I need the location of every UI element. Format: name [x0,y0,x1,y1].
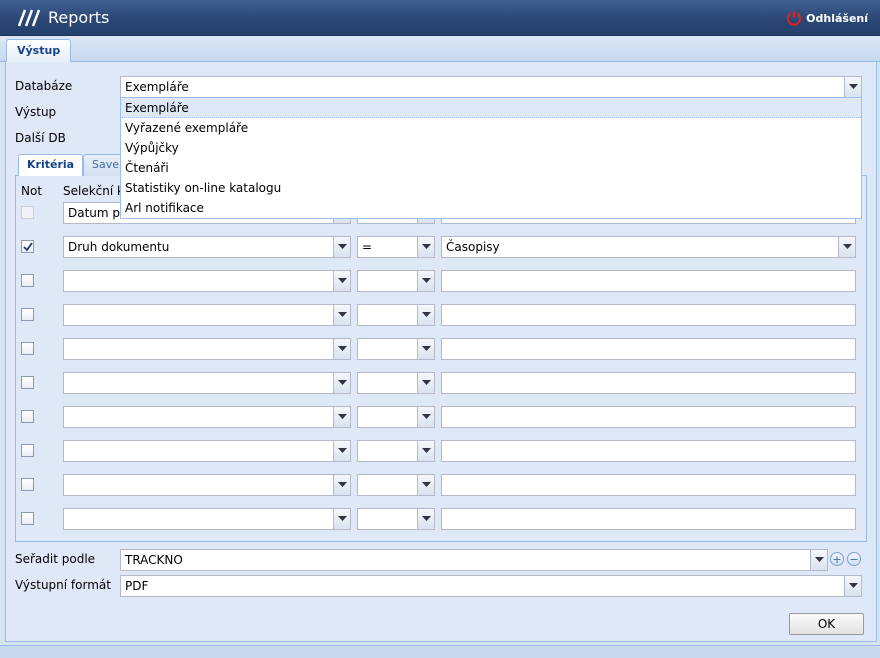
chevron-down-icon[interactable] [417,271,434,291]
app-logo-icon [17,9,41,27]
chevron-down-icon[interactable] [417,475,434,495]
criteria-value-input[interactable] [441,406,856,428]
format-select[interactable]: PDF [120,575,862,597]
chevron-down-icon[interactable] [838,237,855,257]
criteria-value-input[interactable] [441,474,856,496]
chevron-down-icon[interactable] [333,509,350,529]
chevron-down-icon[interactable] [810,550,827,570]
criteria-field-select[interactable] [63,406,351,428]
chevron-down-icon[interactable] [417,237,434,257]
chevron-down-icon[interactable] [333,373,350,393]
criteria-operator-select[interactable] [357,474,435,496]
criteria-operator-select[interactable] [357,372,435,394]
criteria-operator-select[interactable] [357,338,435,360]
criteria-value-input[interactable] [441,338,856,360]
not-checkbox[interactable] [21,376,34,389]
status-strip [0,645,880,658]
dropdown-option[interactable]: Výpůjčky [121,138,861,158]
criteria-field-value: Druh dokumentu [68,240,170,254]
chevron-down-icon[interactable] [333,271,350,291]
dropdown-option[interactable]: Čtenáři [121,158,861,178]
databaze-label: Databáze [15,79,73,93]
dropdown-option[interactable]: Exempláře [121,98,861,118]
not-checkbox[interactable] [21,274,34,287]
radit-select[interactable]: TRACKNO [120,549,828,571]
chevron-down-icon[interactable] [417,373,434,393]
chevron-down-icon[interactable] [417,339,434,359]
format-value: PDF [125,579,149,593]
criteria-value-input[interactable] [441,304,856,326]
criteria-value-select[interactable]: Časopisy [441,236,856,258]
criteria-operator-select[interactable] [357,440,435,462]
criteria-operator-select[interactable] [357,406,435,428]
not-checkbox[interactable] [21,206,34,219]
chevron-down-icon[interactable] [844,77,861,97]
chevron-down-icon[interactable] [417,509,434,529]
chevron-down-icon[interactable] [333,339,350,359]
chevron-down-icon[interactable] [417,407,434,427]
add-sort-button[interactable]: + [830,552,844,566]
dropdown-option[interactable]: Statistiky on-line katalogu [121,178,861,198]
criteria-field-select[interactable] [63,304,351,326]
chevron-down-icon[interactable] [333,305,350,325]
remove-sort-button[interactable]: − [847,552,861,566]
radit-label: Seřadit podle [15,552,96,566]
databaze-dropdown-list: Exempláře Vyřazené exempláře Výpůjčky Čtená… [120,97,862,219]
title-bar: Reports Odhlášení [0,0,880,36]
not-checkbox[interactable] [21,512,34,525]
chevron-down-icon[interactable] [417,441,434,461]
criteria-field-select[interactable] [63,508,351,530]
criteria-operator-value: = [362,240,373,254]
not-checkbox[interactable] [21,308,34,321]
criteria-field-value: Datum př [68,206,125,220]
criteria-operator-select[interactable] [357,508,435,530]
not-checkbox[interactable] [21,444,34,457]
power-icon [787,11,802,26]
criteria-operator-select[interactable] [357,304,435,326]
chevron-down-icon[interactable] [333,441,350,461]
chevron-down-icon[interactable] [417,305,434,325]
criteria-field-select[interactable] [63,372,351,394]
chevron-down-icon[interactable] [844,576,861,596]
chevron-down-icon[interactable] [333,407,350,427]
criteria-field-select[interactable]: Druh dokumentu [63,236,351,258]
criteria-operator-select[interactable]: = [357,236,435,258]
criteria-field-select[interactable] [63,270,351,292]
logout-button[interactable]: Odhlášení [786,10,868,26]
not-checkbox[interactable] [21,410,34,423]
criteria-value-input[interactable] [441,508,856,530]
criteria-field-select[interactable] [63,338,351,360]
format-label: Výstupní formát [15,578,111,592]
criteria-value: Časopisy [446,240,500,254]
criteria-value-input[interactable] [441,372,856,394]
tab-vystup[interactable]: Výstup [6,39,72,63]
criteria-field-select[interactable] [63,474,351,496]
app-title: Reports [48,8,110,27]
databaze-select[interactable]: Exempláře [120,76,862,98]
not-checkbox[interactable] [21,240,34,253]
main-tab-strip: Výstup [0,36,880,63]
tab-kriteria[interactable]: Kritéria [18,154,84,177]
criteria-operator-select[interactable] [357,270,435,292]
dropdown-option[interactable]: Vyřazené exempláře [121,118,861,138]
not-checkbox[interactable] [21,478,34,491]
vystup-label: Výstup [15,105,57,119]
dalsi-db-label: Další DB [15,131,66,145]
not-column-header: Not [21,184,43,198]
ok-button[interactable]: OK [789,613,864,635]
not-checkbox[interactable] [21,342,34,355]
logout-label: Odhlášení [806,11,868,25]
chevron-down-icon[interactable] [333,237,350,257]
criteria-value-input[interactable] [441,440,856,462]
databaze-value: Exempláře [125,80,189,94]
criteria-field-select[interactable] [63,440,351,462]
criteria-value-input[interactable] [441,270,856,292]
chevron-down-icon[interactable] [333,475,350,495]
radit-value: TRACKNO [125,553,183,567]
dropdown-option[interactable]: Arl notifikace [121,198,861,218]
